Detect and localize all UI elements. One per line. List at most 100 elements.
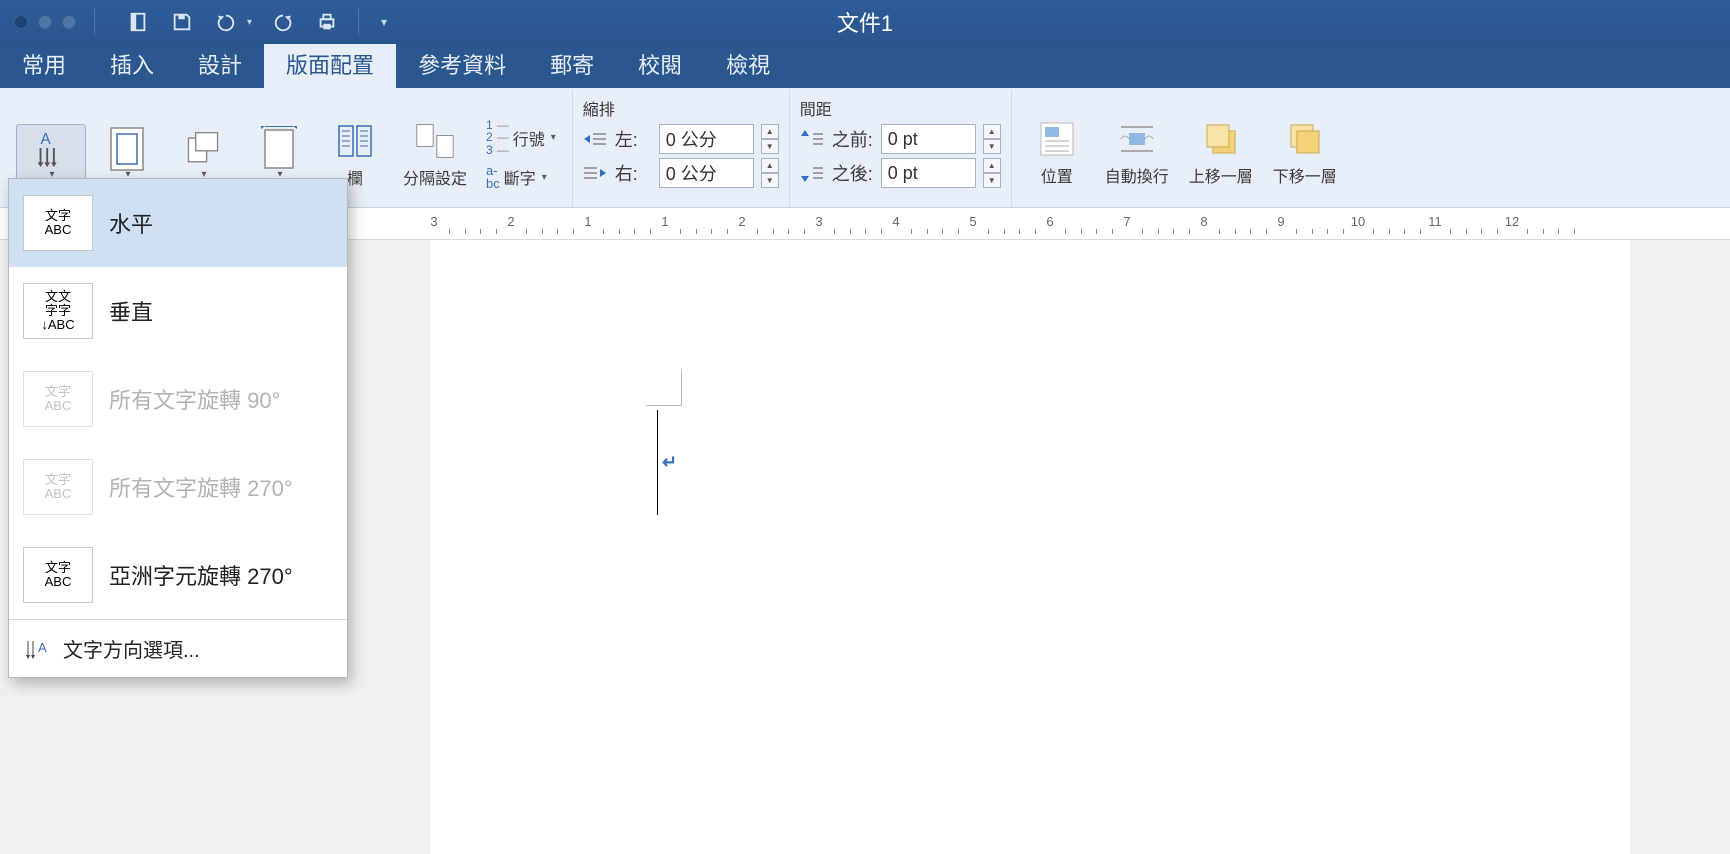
spacing-after-input[interactable]: [881, 158, 976, 188]
indent-right-label: 右:: [615, 160, 651, 186]
hyphenation-icon: a-bc: [486, 164, 500, 190]
ruler-number: 2: [738, 214, 745, 229]
text-direction-option: 文字 ABC 所有文字旋轉 90°: [9, 355, 347, 443]
indent-left-label: 左:: [615, 126, 651, 152]
ribbon-tabs: 常用 插入 設計 版面配置 參考資料 郵寄 校閱 檢視: [0, 44, 1730, 88]
indent-header: 縮排: [583, 96, 779, 120]
hyphenation-button[interactable]: a-bc 斷字 ▾: [480, 162, 562, 192]
text-direction-option[interactable]: 文字 ABC 水平: [9, 179, 347, 267]
close-window-button[interactable]: [14, 15, 28, 29]
tab-mailings[interactable]: 郵寄: [528, 38, 616, 88]
qat-separator-2: [358, 9, 359, 35]
qat-customize-icon[interactable]: ▾: [381, 15, 387, 29]
paragraph-mark-icon: ↵: [662, 452, 677, 473]
ruler-number: 1: [584, 214, 591, 229]
columns-icon: [335, 121, 375, 161]
text-direction-option[interactable]: 文字 ABC 亞洲字元旋轉 270°: [9, 531, 347, 619]
page[interactable]: ↵: [430, 240, 1630, 854]
orientation-button[interactable]: ▾: [168, 124, 238, 185]
ruler-number: 7: [1123, 214, 1130, 229]
tab-insert[interactable]: 插入: [88, 38, 176, 88]
text-direction-option-icon: 文字 ABC: [23, 371, 93, 427]
text-cursor: [657, 410, 658, 515]
spacing-before-icon: [800, 130, 824, 148]
quick-access-toolbar: ▾ ▾: [125, 9, 387, 35]
ruler-number: 3: [815, 214, 822, 229]
tab-review[interactable]: 校閱: [616, 38, 704, 88]
ruler-number: 9: [1277, 214, 1284, 229]
spacing-after-down[interactable]: ▼: [983, 173, 1001, 188]
margin-corner-mark: [646, 370, 682, 406]
ruler-number: 3: [430, 214, 437, 229]
text-direction-button[interactable]: A ▾: [16, 124, 86, 185]
text-direction-option-label: 水平: [109, 207, 153, 239]
spacing-header: 間距: [800, 96, 1001, 120]
save-button[interactable]: [169, 9, 195, 35]
indent-left-row: 左: ▲▼: [583, 124, 779, 154]
indent-right-down[interactable]: ▼: [761, 173, 779, 188]
text-direction-option[interactable]: 文文 字字 ↓ABC垂直: [9, 267, 347, 355]
size-button[interactable]: ▾: [244, 124, 314, 185]
ruler-number: 6: [1046, 214, 1053, 229]
bring-forward-label: 上移一層: [1189, 163, 1253, 187]
columns-label: 欄: [347, 165, 363, 189]
text-direction-option-icon: 文字 ABC: [23, 547, 93, 603]
text-direction-options-icon: A: [23, 638, 53, 660]
bring-forward-button[interactable]: 上移一層: [1182, 114, 1260, 192]
text-direction-icon: A: [31, 129, 71, 169]
tab-design[interactable]: 設計: [176, 38, 264, 88]
text-direction-dropdown: 文字 ABC水平文文 字字 ↓ABC垂直文字 ABC所有文字旋轉 90°文字 A…: [8, 178, 348, 678]
spacing-after-up[interactable]: ▲: [983, 158, 1001, 173]
spacing-before-row: 之前: ▲▼: [800, 124, 1001, 154]
orientation-icon: [183, 129, 223, 169]
indent-right-input[interactable]: [659, 158, 754, 188]
minimize-window-button[interactable]: [38, 15, 52, 29]
qat-separator: [94, 9, 95, 35]
line-numbers-button[interactable]: 123 ——— 行號 ▾: [480, 117, 562, 159]
chevron-down-icon: ▾: [551, 132, 556, 143]
indent-right-up[interactable]: ▲: [761, 158, 779, 173]
send-backward-button[interactable]: 下移一層: [1266, 114, 1344, 192]
tab-home[interactable]: 常用: [0, 38, 88, 88]
indent-left-up[interactable]: ▲: [761, 124, 779, 139]
title-bar: ▾ ▾ 文件1: [0, 0, 1730, 44]
breaks-button[interactable]: 分隔設定: [396, 116, 474, 194]
tab-layout[interactable]: 版面配置: [264, 38, 396, 88]
redo-button[interactable]: [270, 9, 296, 35]
text-direction-options-item[interactable]: A 文字方向選項...: [9, 619, 347, 677]
ruler-number: 12: [1505, 214, 1519, 229]
text-direction-option-icon: 文字 ABC: [23, 459, 93, 515]
position-button[interactable]: 位置: [1022, 114, 1092, 192]
spacing-after-row: 之後: ▲▼: [800, 158, 1001, 188]
margins-button[interactable]: ▾: [92, 124, 162, 185]
ruler-number: 1: [661, 214, 668, 229]
size-icon: [259, 129, 299, 169]
wrap-text-label: 自動換行: [1105, 163, 1169, 187]
indent-left-input[interactable]: [659, 124, 754, 154]
indent-left-icon: [583, 130, 607, 148]
print-button[interactable]: [314, 9, 340, 35]
text-direction-option-icon: 文字 ABC: [23, 195, 93, 251]
position-icon: [1037, 119, 1077, 159]
tab-references[interactable]: 參考資料: [396, 38, 528, 88]
undo-button[interactable]: [213, 9, 239, 35]
text-direction-option-label: 所有文字旋轉 90°: [109, 383, 280, 415]
indent-right-row: 右: ▲▼: [583, 158, 779, 188]
ruler-number: 2: [507, 214, 514, 229]
spacing-before-input[interactable]: [881, 124, 976, 154]
indent-left-down[interactable]: ▼: [761, 139, 779, 154]
window-controls: [0, 15, 76, 29]
send-backward-icon: [1285, 119, 1325, 159]
tab-view[interactable]: 檢視: [704, 38, 792, 88]
new-doc-button[interactable]: [125, 9, 151, 35]
maximize-window-button[interactable]: [62, 15, 76, 29]
text-direction-option-label: 亞洲字元旋轉 270°: [109, 559, 293, 591]
spacing-before-down[interactable]: ▼: [983, 139, 1001, 154]
position-label: 位置: [1041, 163, 1073, 187]
wrap-text-button[interactable]: 自動換行: [1098, 114, 1176, 192]
ruler-number: 5: [969, 214, 976, 229]
margins-icon: [107, 129, 147, 169]
chevron-down-icon: ▾: [542, 172, 547, 183]
spacing-before-up[interactable]: ▲: [983, 124, 1001, 139]
undo-dropdown-icon[interactable]: ▾: [247, 17, 252, 28]
